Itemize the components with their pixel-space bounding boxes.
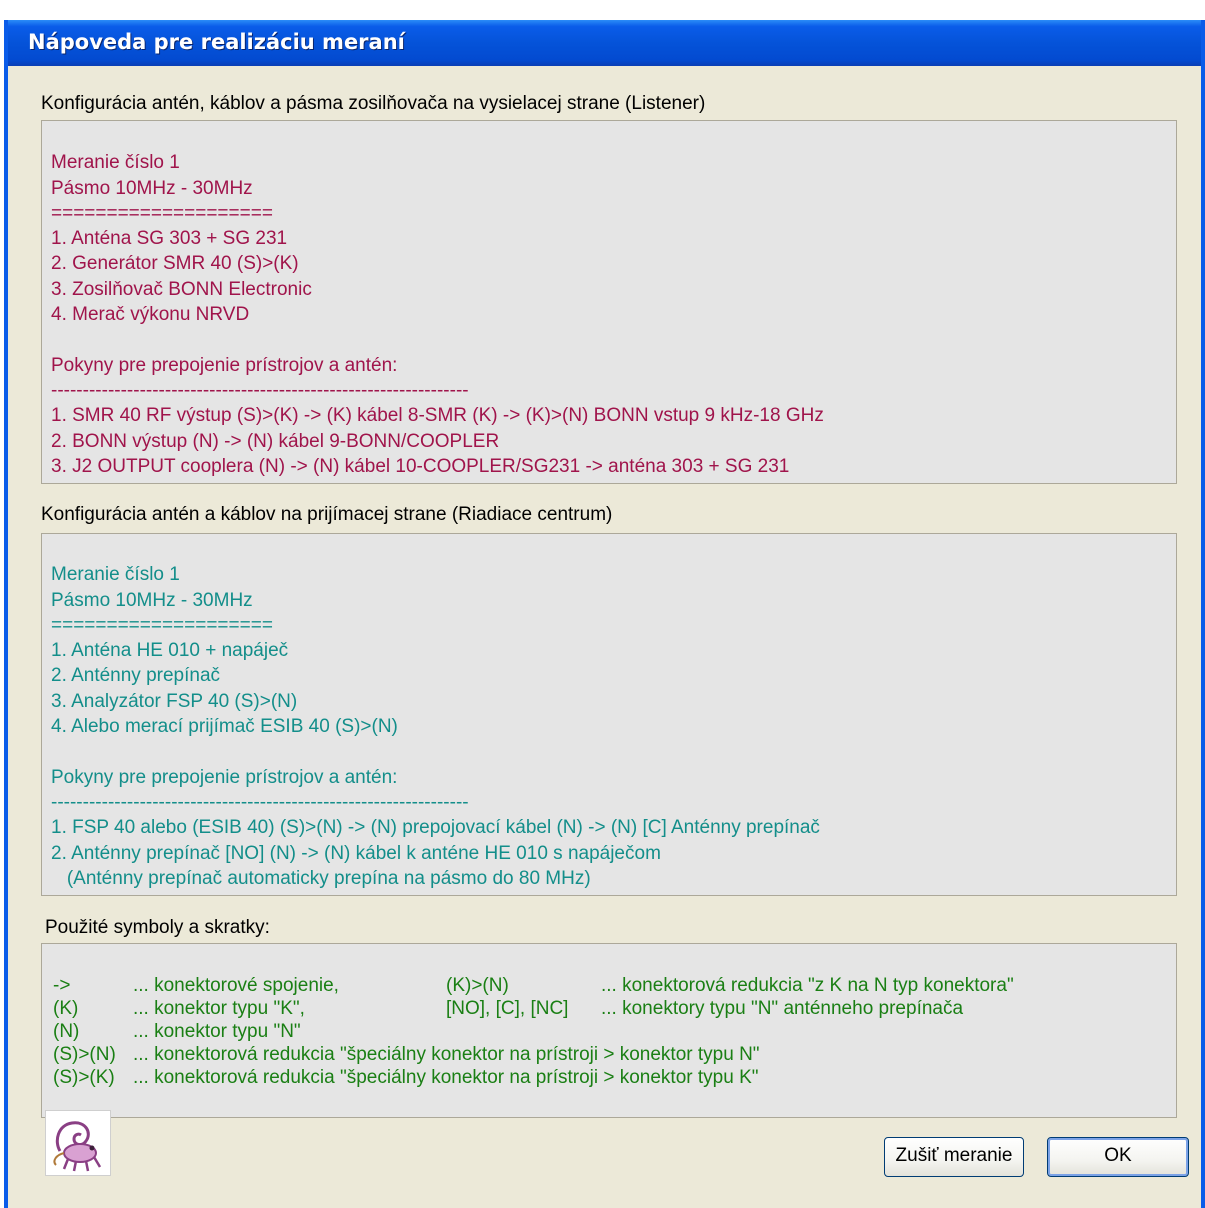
listener-section-label: Konfigurácia antén, káblov a pásma zosil…	[41, 93, 706, 114]
symbol-sym: (S)>(K)	[53, 1067, 115, 1088]
receiver-text-line: 1. Anténa HE 010 + napáječ	[51, 640, 289, 662]
receiver-text-line	[51, 739, 1176, 764]
symbol-sym2: [NO], [C], [NC]	[446, 998, 569, 1019]
listener-text-line: ----------------------------------------…	[51, 379, 469, 401]
receiver-text-line: 4. Alebo merací prijímač ESIB 40 (S)>(N)	[51, 716, 398, 738]
symbol-row: (K) ... konektor typu "K", [NO], [C], [NC]…	[53, 997, 1176, 1020]
help-dialog-window: Nápoveda pre realizáciu meraní Konfigurá…	[4, 20, 1205, 1208]
cancel-measurement-button[interactable]: Zušiť meranie	[884, 1137, 1024, 1177]
symbol-sym: (K)	[53, 998, 79, 1019]
listener-text-line: Meranie číslo 1	[51, 152, 180, 174]
symbol-desc: ... konektorové spojenie,	[133, 975, 339, 996]
symbol-desc2: ... konektorová redukcia "z K na N typ k…	[601, 975, 1014, 996]
receiver-text-line: 1. FSP 40 alebo (ESIB 40) (S)>(N) -> (N)…	[51, 817, 820, 839]
receiver-text-line: Pokyny pre prepojenie prístrojov a antén…	[51, 766, 398, 788]
listener-text-line	[51, 327, 1176, 352]
symbol-sym: (S)>(N)	[53, 1044, 116, 1065]
symbol-row: (S)>(K) ... konektorová redukcia "špeciál…	[53, 1066, 1176, 1089]
symbol-row: -> ... konektorové spojenie, (K)>(N) ... ko…	[53, 974, 1176, 997]
receiver-text-line: ----------------------------------------…	[51, 791, 469, 813]
listener-text-line: 1. SMR 40 RF výstup (S)>(K) -> (K) kábel…	[51, 405, 824, 427]
listener-text-line: ====================	[51, 202, 273, 224]
ok-button[interactable]: OK	[1047, 1137, 1189, 1177]
symbol-sym: ->	[53, 975, 71, 996]
title-bar[interactable]: Nápoveda pre realizáciu meraní	[8, 20, 1201, 66]
symbol-desc: ... konektor typu "N"	[133, 1021, 301, 1042]
symbol-sym2: (K)>(N)	[446, 975, 509, 996]
window-title: Nápoveda pre realizáciu meraní	[28, 30, 405, 54]
listener-text-line: 1. Anténa SG 303 + SG 231	[51, 228, 288, 250]
receiver-text-line: (Anténny prepínač automaticky prepína na…	[51, 867, 591, 889]
listener-text-line: 4. Merač výkonu NRVD	[51, 304, 250, 326]
listener-text-line: Pásmo 10MHz - 30MHz	[51, 177, 253, 199]
symbol-desc2: ... konektory typu "N" anténneho prepína…	[601, 998, 964, 1019]
symbol-row: (S)>(N) ... konektorová redukcia "špeciál…	[53, 1043, 1176, 1066]
symbols-legend-textbox[interactable]: -> ... konektorové spojenie, (K)>(N) ... ko…	[41, 943, 1177, 1118]
listener-text-line: 3. J2 OUTPUT cooplera (N) -> (N) kábel 1…	[51, 455, 790, 477]
receiver-text-line: Pásmo 10MHz - 30MHz	[51, 589, 253, 611]
symbol-desc: ... konektor typu "K",	[133, 998, 305, 1019]
chameleon-logo-icon	[45, 1110, 111, 1176]
listener-text-line: 3. Zosilňovač BONN Electronic	[51, 278, 312, 300]
listener-text-line: Pokyny pre prepojenie prístrojov a antén…	[51, 354, 398, 376]
symbol-desc: ... konektorová redukcia "špeciálny kone…	[133, 1067, 759, 1088]
receiver-text-line: 3. Analyzátor FSP 40 (S)>(N)	[51, 690, 298, 712]
symbol-row: (N) ... konektor typu "N"	[53, 1020, 1176, 1043]
receiver-text-line: 2. Anténny prepínač [NO] (N) -> (N) kábe…	[51, 842, 661, 864]
receiver-text-line: ====================	[51, 614, 273, 636]
listener-text-line: 2. BONN výstup (N) -> (N) kábel 9-BONN/C…	[51, 430, 500, 452]
receiver-text-line: 2. Anténny prepínač	[51, 665, 221, 687]
listener-text-line: 2. Generátor SMR 40 (S)>(K)	[51, 253, 299, 275]
symbol-desc: ... konektorová redukcia "špeciálny kone…	[133, 1044, 760, 1065]
receiver-text-line	[51, 537, 1176, 562]
symbol-sym: (N)	[53, 1021, 80, 1042]
receiver-config-textbox[interactable]: Meranie číslo 1 Pásmo 10MHz - 30MHz ======…	[41, 533, 1177, 896]
symbols-section-label: Použité symboly a skratky:	[45, 917, 270, 938]
receiver-text-line: Meranie číslo 1	[51, 564, 180, 586]
listener-config-textbox[interactable]: Meranie číslo 1 Pásmo 10MHz - 30MHz ======…	[41, 120, 1177, 484]
listener-text-line	[51, 125, 1176, 150]
receiver-section-label: Konfigurácia antén a káblov na prijímace…	[41, 504, 613, 525]
